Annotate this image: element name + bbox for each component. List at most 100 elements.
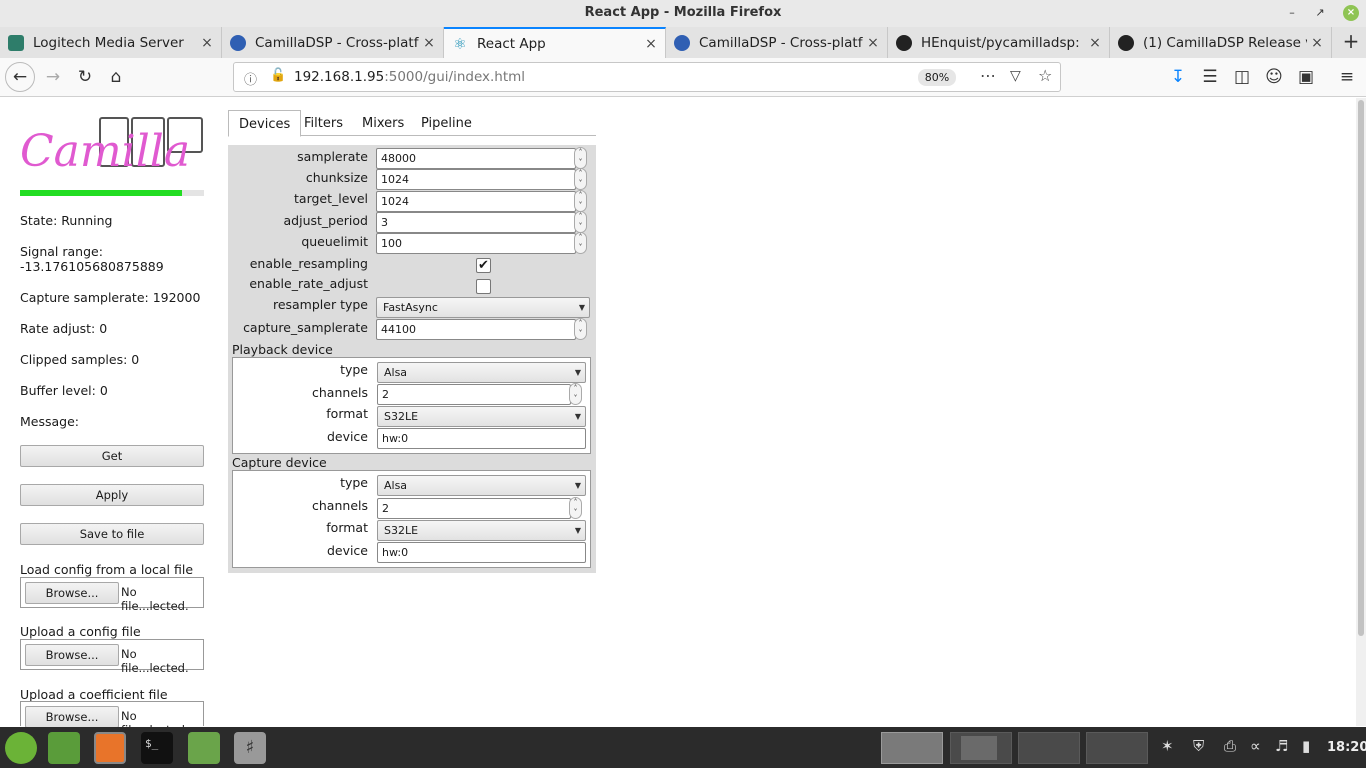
enable-rate-adjust-checkbox[interactable] [476,279,491,294]
bookmark-star-icon[interactable]: ☆ [1038,66,1052,85]
save-to-file-button[interactable]: Save to file [20,523,204,545]
sidebar-icon[interactable]: ◫ [1227,62,1257,92]
files-icon[interactable] [188,732,220,764]
capture-device-input[interactable]: hw:0 [377,542,586,563]
firefox-icon[interactable] [94,732,126,764]
tab-mixers[interactable]: Mixers [352,110,414,137]
page-actions-icon[interactable]: ⋯ [980,66,996,85]
home-icon[interactable]: ⌂ [101,62,131,92]
resampler-type-select[interactable]: FastAsync ▼ [376,297,590,318]
upload-coefficient-file-input[interactable]: Browse... No file...lected. [20,701,204,737]
capture-channels-input[interactable]: 2 [377,498,571,519]
close-tab-icon[interactable]: × [641,36,661,52]
browse-button[interactable]: Browse... [25,706,119,728]
terminal-icon[interactable]: $_ [141,732,173,764]
playback-device-input[interactable]: hw:0 [377,428,586,449]
close-tab-icon[interactable]: × [1085,35,1105,51]
tab-react-app[interactable]: ⚛ React App × [444,27,666,58]
library-icon[interactable]: ☰ [1195,62,1225,92]
bluetooth-icon[interactable]: ✶ [1161,737,1174,755]
printer-icon[interactable]: ⎙ [1224,737,1236,755]
capture-format-select[interactable]: S32LE ▼ [377,520,586,541]
shield-icon[interactable]: ⛨ [1193,737,1204,755]
tab-devices[interactable]: Devices [228,110,302,137]
capture-channels-stepper[interactable]: ˄ ˅ [569,497,582,519]
pocket-icon[interactable]: ▽ [1010,68,1021,84]
playback-format-label: format [326,406,368,421]
volume-icon[interactable]: ♬ [1275,737,1288,755]
enable-resampling-checkbox[interactable]: ✔ [476,258,491,273]
playback-channels-input[interactable]: 2 [377,384,571,405]
capture-samplerate-input[interactable]: 44100 [376,319,576,340]
chunksize-input[interactable]: 1024 [376,169,576,190]
playback-type-label: type [340,362,368,377]
apply-button[interactable]: Apply [20,484,204,506]
tab-camilladsp-release[interactable]: (1) CamillaDSP Release v0. × [1110,27,1332,58]
page-scrollbar[interactable] [1356,98,1366,726]
minimize-icon[interactable]: – [1284,5,1300,21]
close-window-icon[interactable]: × [1343,5,1359,21]
chunksize-stepper[interactable]: ˄ ˅ [574,168,587,190]
camilladsp-logo: Camilla [20,117,203,174]
playback-type-select[interactable]: Alsa ▼ [377,362,586,383]
samplerate-stepper[interactable]: ˄ ˅ [574,147,587,169]
mute-icon[interactable]: ♯ [234,732,266,764]
samplerate-input[interactable]: 48000 [376,148,576,169]
queuelimit-stepper[interactable]: ˄ ˅ [574,232,587,254]
forward-icon[interactable]: → [38,62,68,92]
info-icon[interactable]: ⓘ [244,69,257,88]
show-desktop-icon[interactable] [48,732,80,764]
wifi-icon[interactable]: ∝ [1250,737,1261,755]
scrollbar-thumb[interactable] [1358,100,1364,636]
screenshot-icon[interactable]: ▣ [1291,62,1321,92]
insecure-lock-icon[interactable]: 🔓 [270,68,286,83]
browse-button[interactable]: Browse... [25,582,119,604]
upload-config-file-input[interactable]: Browse... No file...lected. [20,639,204,675]
tab-filters[interactable]: Filters [294,110,353,137]
capture-type-value: Alsa [384,479,408,492]
tab-label: CamillaDSP - Cross-platform [699,34,863,51]
level-progress-bar [20,190,204,196]
url-text[interactable]: 192.168.1.95:5000/gui/index.html [294,63,525,91]
url-bar[interactable]: ⓘ 🔓 192.168.1.95:5000/gui/index.html 80%… [233,62,1061,92]
get-button[interactable]: Get [20,445,204,467]
target-level-input[interactable]: 1024 [376,191,576,212]
workspace-4[interactable] [1086,732,1148,764]
tab-pipeline[interactable]: Pipeline [411,110,482,137]
menu-icon[interactable]: ≡ [1332,62,1362,92]
target-level-stepper[interactable]: ˄ ˅ [574,190,587,212]
workspace-1[interactable] [881,732,943,764]
close-tab-icon[interactable]: × [419,35,439,51]
load-config-file-input[interactable]: Browse... No file...lected. [20,577,204,613]
capture-samplerate-stepper[interactable]: ˄ ˅ [574,318,587,340]
tab-pycamilladsp[interactable]: HEnquist/pycamilladsp: Py × [888,27,1110,58]
tab-logitech[interactable]: Logitech Media Server × [0,27,222,58]
adjust-period-stepper[interactable]: ˄ ˅ [574,211,587,233]
workspace-3[interactable] [1018,732,1080,764]
playback-format-select[interactable]: S32LE ▼ [377,406,586,427]
zoom-indicator[interactable]: 80% [918,69,956,86]
capture-device-heading: Capture device [232,455,327,470]
battery-icon[interactable]: ▮ [1302,737,1310,755]
maximize-icon[interactable]: ↗ [1312,5,1328,21]
adjust-period-input[interactable]: 3 [376,212,576,233]
tab-camilladsp-1[interactable]: CamillaDSP - Cross-platform × [222,27,444,58]
capture-type-select[interactable]: Alsa ▼ [377,475,586,496]
close-tab-icon[interactable]: × [1307,35,1327,51]
workspace-2[interactable] [950,732,1012,764]
account-icon[interactable]: ☺ [1259,62,1289,92]
close-tab-icon[interactable]: × [863,35,883,51]
target-level-label: target_level [294,191,368,206]
back-icon[interactable]: ← [5,62,35,92]
playback-channels-stepper[interactable]: ˄ ˅ [569,383,582,405]
github-icon [1118,34,1134,51]
browse-button[interactable]: Browse... [25,644,119,666]
mint-menu-icon[interactable] [5,732,37,764]
downloads-icon[interactable]: ↧ [1163,62,1193,92]
playback-format-value: S32LE [384,410,419,423]
tab-camilladsp-2[interactable]: CamillaDSP - Cross-platform × [666,27,888,58]
reload-icon[interactable]: ↻ [70,62,100,92]
queuelimit-input[interactable]: 100 [376,233,576,254]
new-tab-icon[interactable]: + [1338,27,1364,58]
close-tab-icon[interactable]: × [197,35,217,51]
